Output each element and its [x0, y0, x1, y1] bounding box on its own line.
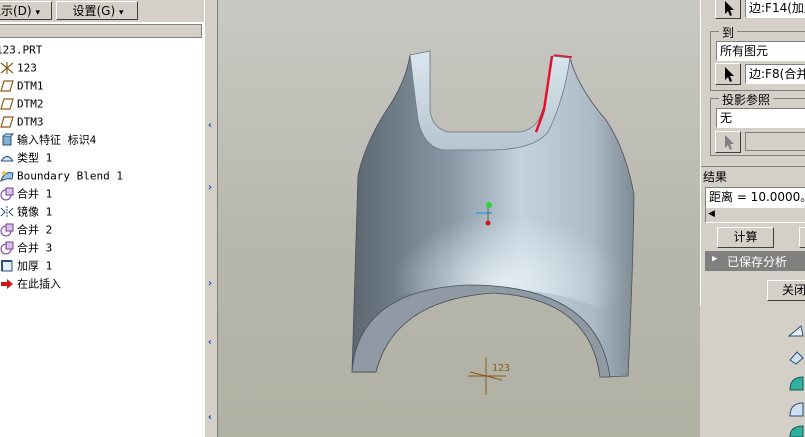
tree-column-header [0, 24, 202, 38]
select-projection-button[interactable] [715, 131, 741, 153]
round-tool-icon[interactable] [787, 374, 805, 392]
merge-icon [0, 241, 14, 255]
model-3d-view[interactable]: 123 [218, 0, 700, 437]
display-menu-label: 显示(D) [0, 4, 32, 18]
select-to-button[interactable] [715, 63, 741, 85]
panel-splitter[interactable]: ‹ › › ‹ ‹ [204, 0, 218, 437]
tree-item-dtm3[interactable]: DTM3 [0, 113, 44, 130]
csys-label: 123 [492, 363, 510, 374]
tree-item-merge-2[interactable]: 合并 2 [0, 221, 52, 238]
scroll-left-icon[interactable]: ◀ [708, 206, 715, 222]
chevron-right-icon[interactable]: › [207, 182, 213, 193]
tree-item-label: DTM3 [17, 115, 44, 129]
measure-dialog: 边:F14(加厚 到 所有图元 边:F8(合并 投影参照 无 结果 距离 = 1… [700, 0, 805, 306]
display-menu-button[interactable]: 显示(D) ▾ [0, 1, 52, 20]
compute-button[interactable]: 计算 [717, 227, 774, 248]
chevron-left-icon[interactable]: ‹ [207, 412, 213, 423]
secondary-button[interactable] [799, 227, 805, 248]
right-toolbar [780, 306, 805, 437]
to-group-label: 到 [719, 24, 738, 41]
tree-item-label: DTM1 [17, 79, 44, 93]
result-output: 距离 = 10.0000。 ◀ [705, 187, 805, 223]
projection-group-label: 投影参照 [719, 91, 774, 108]
chevron-right-icon[interactable]: › [207, 278, 213, 289]
results-header: 结果 [701, 166, 805, 184]
tree-item-label: DTM2 [17, 97, 44, 111]
tree-item-label: 输入特征 标识4 [17, 133, 97, 147]
tree-item-label: 合并 1 [17, 187, 53, 201]
chevron-left-icon[interactable]: ‹ [207, 120, 213, 131]
import-feature-icon [2, 133, 14, 146]
chamfer-tool-icon[interactable] [787, 400, 805, 418]
draft-tool-icon[interactable] [787, 424, 805, 437]
tree-item-merge-1[interactable]: 合并 1 [0, 185, 52, 202]
tree-item-label: 在此插入 [17, 277, 61, 291]
settings-menu-button[interactable]: 设置(G) ▾ [56, 1, 138, 20]
tree-item-label: 合并 2 [17, 223, 53, 237]
tree-item-label: 镜像 1 [17, 205, 53, 219]
tree-item-csys[interactable]: 123 [0, 59, 37, 76]
type-icon [0, 156, 14, 162]
tree-item-label: 加厚 1 [17, 259, 53, 273]
datum-plane-icon [0, 116, 14, 128]
to-field[interactable]: 边:F8(合并 [745, 64, 805, 84]
mirror-icon [0, 206, 14, 218]
tree-item-dtm1[interactable]: DTM1 [0, 77, 44, 94]
datum-axis-tool-icon[interactable] [787, 348, 805, 366]
cursor-arrow-icon [725, 135, 734, 150]
tree-item-thicken[interactable]: 加厚 1 [0, 257, 52, 274]
tree-item-dtm2[interactable]: DTM2 [0, 95, 44, 112]
tree-item-root[interactable]: 123.PRT [0, 41, 42, 58]
cursor-arrow-icon [725, 67, 734, 82]
triangle-right-icon: ▶ [712, 254, 718, 264]
tree-item-label: 类型 1 [17, 151, 53, 165]
cursor-arrow-icon [725, 1, 734, 16]
merge-icon [0, 223, 14, 237]
datum-plane-tool-icon[interactable] [787, 322, 805, 340]
result-text: 距离 = 10.0000。 [709, 190, 805, 204]
close-button[interactable]: 关闭 [767, 280, 805, 301]
datum-plane-icon [0, 80, 14, 92]
select-from-button[interactable] [715, 0, 741, 19]
results-label: 结果 [703, 170, 728, 184]
datum-plane-icon [0, 98, 14, 110]
boundary-blend-icon [0, 171, 14, 183]
tree-item-mirror[interactable]: 镜像 1 [0, 203, 52, 220]
tree-item-label: 123.PRT [0, 43, 43, 57]
merge-icon [0, 187, 14, 201]
chevron-left-icon[interactable]: ‹ [207, 337, 213, 348]
tree-item-boundary-blend[interactable]: Boundary Blend 1 [0, 167, 123, 184]
settings-menu-label: 设置(G) [72, 4, 116, 18]
tree-item-merge-3[interactable]: 合并 3 [0, 239, 52, 256]
horizontal-scrollbar[interactable]: ◀ [706, 207, 805, 222]
tree-item-insert-here[interactable]: 在此插入 [0, 275, 61, 292]
tree-menubar: 显示(D) ▾ 设置(G) ▾ [0, 0, 204, 22]
chevron-down-icon: ▾ [118, 8, 124, 18]
projection-field [745, 132, 805, 151]
chevron-down-icon: ▾ [35, 8, 40, 18]
tree-item-label: 合并 3 [17, 241, 53, 255]
graphics-viewport[interactable]: 123 [218, 0, 700, 437]
from-field[interactable]: 边:F14(加厚 [745, 0, 805, 18]
csys-icon [0, 62, 14, 74]
tree-item-label: Boundary Blend 1 [17, 169, 123, 183]
saved-analysis-toggle[interactable]: ▶ 已保存分析 [705, 251, 805, 271]
tree-item-label: 123 [17, 61, 37, 75]
tree-item-import-feature[interactable]: 输入特征 标识4 [0, 131, 96, 148]
saved-analysis-label: 已保存分析 [727, 255, 788, 269]
to-filter-select[interactable]: 所有图元 [716, 41, 805, 61]
thicken-icon [1, 260, 13, 272]
insert-here-arrow-icon [1, 279, 13, 289]
projection-select[interactable]: 无 [716, 108, 805, 128]
model-tree-panel: 显示(D) ▾ 设置(G) ▾ 123.PRT 123 DTM1 DTM2 DT… [0, 0, 205, 437]
tree-item-type[interactable]: 类型 1 [0, 149, 52, 166]
